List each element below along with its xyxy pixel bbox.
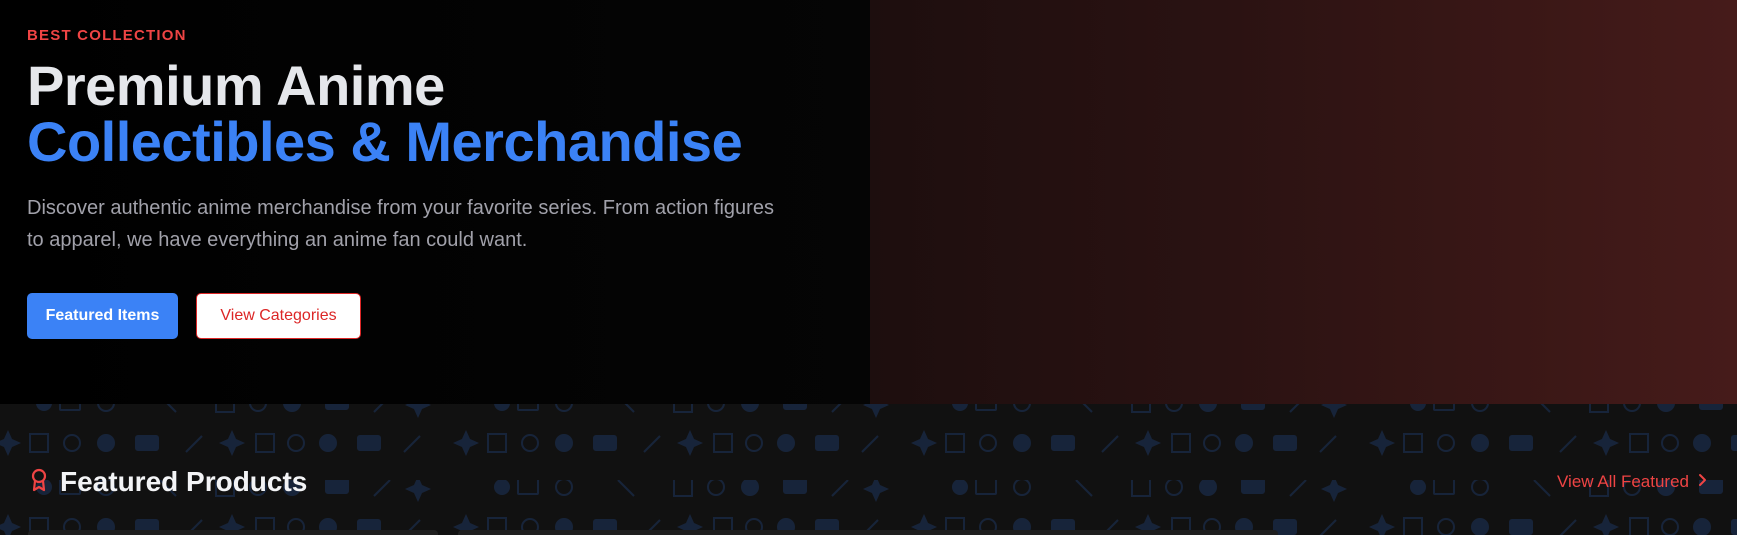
hero-content: BEST COLLECTION Premium Anime Collectibl… [0, 0, 870, 404]
hero-eyebrow: BEST COLLECTION [27, 27, 187, 44]
hero-title: Premium Anime Collectibles & Merchandise [27, 58, 870, 170]
hero-section: BEST COLLECTION Premium Anime Collectibl… [0, 0, 1737, 404]
view-all-label: View All Featured [1557, 472, 1689, 491]
featured-title: Featured Products [60, 466, 308, 497]
hero-title-line1: Premium Anime [27, 54, 445, 117]
featured-header: Featured Products View All Featured [30, 460, 1707, 504]
featured-items-button[interactable]: Featured Items [27, 293, 178, 339]
view-categories-button[interactable]: View Categories [196, 293, 361, 339]
hero-actions: Featured Items View Categories [27, 293, 870, 339]
hero-description: Discover authentic anime merchandise fro… [27, 197, 774, 251]
chevron-right-icon [1697, 472, 1707, 492]
product-card[interactable] [458, 530, 1278, 535]
product-card[interactable] [28, 530, 438, 535]
hero-image-area [870, 0, 1737, 404]
award-icon [30, 468, 48, 497]
hero-title-line2: Collectibles & Merchandise [27, 110, 743, 173]
view-all-featured-link[interactable]: View All Featured [1557, 472, 1707, 492]
featured-section: Featured Products View All Featured [0, 404, 1737, 535]
featured-title-group: Featured Products [30, 466, 307, 498]
